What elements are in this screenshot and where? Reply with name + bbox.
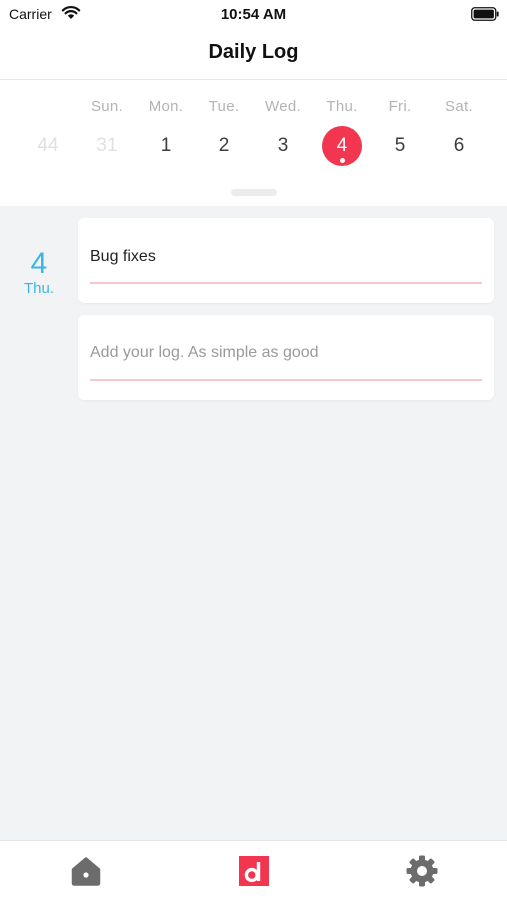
gear-icon[interactable]	[402, 851, 442, 891]
day-number: 5	[394, 135, 406, 156]
week-calendar: 44 Sun. 31 Mon. 1 Tue. 2 Wed. 3 Thu. 4 F…	[0, 80, 507, 206]
log-entry-underline	[90, 282, 482, 284]
day-name: Thu.	[326, 98, 358, 115]
day-number: 31	[96, 135, 118, 156]
day-name: Tue.	[208, 98, 240, 115]
day-number: 3	[277, 135, 289, 156]
day-name: Wed.	[265, 98, 301, 115]
has-log-dot	[340, 158, 345, 163]
drag-handle[interactable]	[231, 189, 277, 196]
day-name: Sat.	[445, 98, 473, 115]
log-entry-card[interactable]: Bug fixes	[78, 218, 494, 303]
day-name: Fri.	[388, 98, 412, 115]
day-number: 6	[453, 135, 465, 156]
daily-log-icon[interactable]	[234, 851, 274, 891]
home-icon[interactable]	[66, 851, 106, 891]
selected-day-circle: 4	[322, 126, 362, 166]
day-name: Sun.	[90, 98, 124, 115]
log-entry-text[interactable]: Bug fixes	[90, 248, 156, 266]
entry-date-number: 4	[30, 247, 48, 280]
day-number: 1	[160, 135, 172, 156]
tab-bar	[0, 840, 507, 901]
battery-icon	[471, 7, 499, 21]
entry-date-weekday: Thu.	[23, 280, 54, 297]
page-title: Daily Log	[208, 41, 299, 63]
day-name: Mon.	[148, 98, 184, 115]
nav-bar: Daily Log	[0, 28, 507, 80]
day-number: 2	[218, 135, 230, 156]
status-bar: Carrier 10:54 AM	[0, 0, 507, 28]
entry-date: 4 Thu.	[13, 248, 65, 298]
status-time: 10:54 AM	[220, 6, 287, 23]
day-number: 44	[37, 135, 59, 156]
new-log-input[interactable]	[90, 341, 482, 365]
new-log-card	[78, 315, 494, 400]
new-log-underline	[90, 379, 482, 381]
